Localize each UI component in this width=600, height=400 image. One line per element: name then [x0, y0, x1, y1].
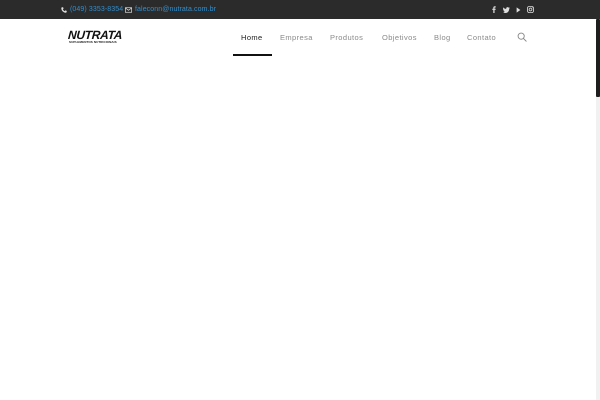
phone-number: (049) 3353-8354 [70, 6, 124, 13]
twitter-icon [502, 6, 510, 13]
search-icon [517, 32, 527, 42]
nav-produtos[interactable]: Produtos [330, 19, 363, 56]
nav-empresa[interactable]: Empresa [280, 19, 313, 56]
scrollbar-thumb[interactable] [596, 19, 600, 97]
email-link[interactable]: faleconn@nutrata.com.br [125, 0, 216, 19]
page-scrollbar[interactable] [596, 19, 600, 400]
main-content [0, 56, 596, 400]
email-address: faleconn@nutrata.com.br [135, 6, 217, 13]
top-bar: (049) 3353-8354 faleconn@nutrata.com.br [0, 0, 600, 19]
site-header: NUTRATA SUPLEMENTOS NUTRICIONAIS Home Em… [0, 19, 600, 56]
instagram-icon [526, 6, 534, 13]
logo-tagline: SUPLEMENTOS NUTRICIONAIS [69, 40, 117, 44]
nav-contato[interactable]: Contato [467, 19, 496, 56]
phone-link[interactable]: (049) 3353-8354 [61, 0, 123, 19]
nav-home[interactable]: Home [241, 19, 263, 56]
site-logo[interactable]: NUTRATA SUPLEMENTOS NUTRICIONAIS [68, 28, 123, 46]
facebook-link[interactable] [489, 0, 499, 19]
facebook-icon [492, 6, 496, 13]
youtube-link[interactable] [513, 0, 523, 19]
twitter-link[interactable] [501, 0, 511, 19]
search-button[interactable] [516, 31, 528, 43]
nav-objetivos[interactable]: Objetivos [382, 19, 417, 56]
envelope-icon [125, 6, 132, 13]
nav-blog[interactable]: Blog [434, 19, 451, 56]
youtube-icon [516, 6, 520, 13]
phone-icon [61, 6, 67, 13]
instagram-link[interactable] [525, 0, 535, 19]
